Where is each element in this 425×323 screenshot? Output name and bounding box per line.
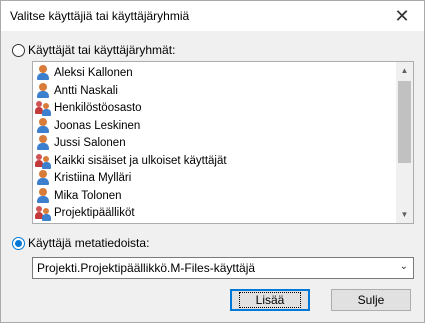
list-item[interactable]: Mika Tolonen (33, 187, 122, 205)
group-icon (35, 153, 51, 169)
list-item-label: Mika Tolonen (54, 189, 122, 202)
user-icon (35, 135, 51, 151)
users-option[interactable]: Käyttäjät tai käyttäjäryhmät: (12, 42, 175, 58)
list-item-label: Kaikki sisäiset ja ulkoiset käyttäjät (54, 154, 227, 167)
user-icon (35, 82, 51, 99)
group-icon (35, 205, 51, 221)
user-icon (35, 187, 51, 204)
users-listbox[interactable]: Aleksi Kallonen Antti Naskali Henkilöstöos… (32, 61, 414, 224)
list-item[interactable]: Kristiina Mylläri (33, 169, 131, 187)
group-icon (35, 100, 51, 116)
scroll-up-icon[interactable]: ▲ (396, 62, 413, 79)
title-bar: Valitse käyttäjiä tai käyttäjäryhmiä ✕ (1, 1, 424, 31)
user-icon (35, 170, 51, 186)
dialog-window: Valitse käyttäjiä tai käyttäjäryhmiä ✕ K… (0, 0, 425, 323)
close-button[interactable]: Sulje (331, 289, 411, 311)
scroll-down-icon[interactable]: ▼ (396, 206, 413, 223)
user-icon (35, 65, 51, 81)
add-button-label: Lisää (238, 292, 302, 308)
dialog-title: Valitse käyttäjiä tai käyttäjäryhmiä (10, 9, 190, 23)
metadata-select-value: Projekti.Projektipäällikkö.M-Files-käytt… (37, 261, 256, 275)
list-item[interactable]: Aleksi Kallonen (33, 64, 133, 82)
list-item-label: Henkilöstöosasto (54, 102, 142, 114)
list-item-label: Antti Naskali (54, 84, 118, 97)
users-radio[interactable] (12, 43, 25, 57)
list-item[interactable]: Joonas Leskinen (33, 117, 140, 135)
listbox-scrollbar[interactable]: ▲ ▼ (396, 62, 413, 223)
chevron-down-icon[interactable]: ⌄ (400, 261, 408, 272)
scroll-thumb[interactable] (398, 81, 411, 163)
list-item[interactable]: Kaikki sisäiset ja ulkoiset käyttäjät (33, 152, 227, 170)
metadata-option-label: Käyttäjä metatiedoista: (28, 236, 150, 250)
add-button[interactable]: Lisää (230, 289, 310, 311)
list-item[interactable]: Henkilöstöosasto (33, 99, 142, 117)
list-item-label: Projektipäälliköt (54, 207, 135, 219)
close-icon[interactable]: ✕ (380, 1, 424, 31)
users-option-label: Käyttäjät tai käyttäjäryhmät: (28, 43, 176, 57)
group-icon (35, 223, 51, 224)
list-item-label: Aleksi Kallonen (54, 67, 133, 79)
user-icon (35, 117, 51, 134)
list-item[interactable]: Jussi Salonen (33, 134, 126, 152)
list-item[interactable]: Antti Naskali (33, 82, 118, 100)
metadata-select[interactable]: Projekti.Projektipäällikkö.M-Files-käytt… (32, 257, 414, 279)
list-item[interactable]: Projektipäälliköt (33, 204, 135, 222)
list-item-label: Joonas Leskinen (54, 119, 141, 132)
list-item[interactable]: Pöytäkirja (33, 222, 105, 224)
close-button-label: Sulje (357, 293, 385, 307)
metadata-option[interactable]: Käyttäjä metatiedoista: (12, 235, 149, 251)
list-item-label: Kristiina Mylläri (54, 172, 132, 184)
metadata-radio[interactable] (12, 236, 25, 250)
list-item-label: Jussi Salonen (54, 137, 126, 149)
